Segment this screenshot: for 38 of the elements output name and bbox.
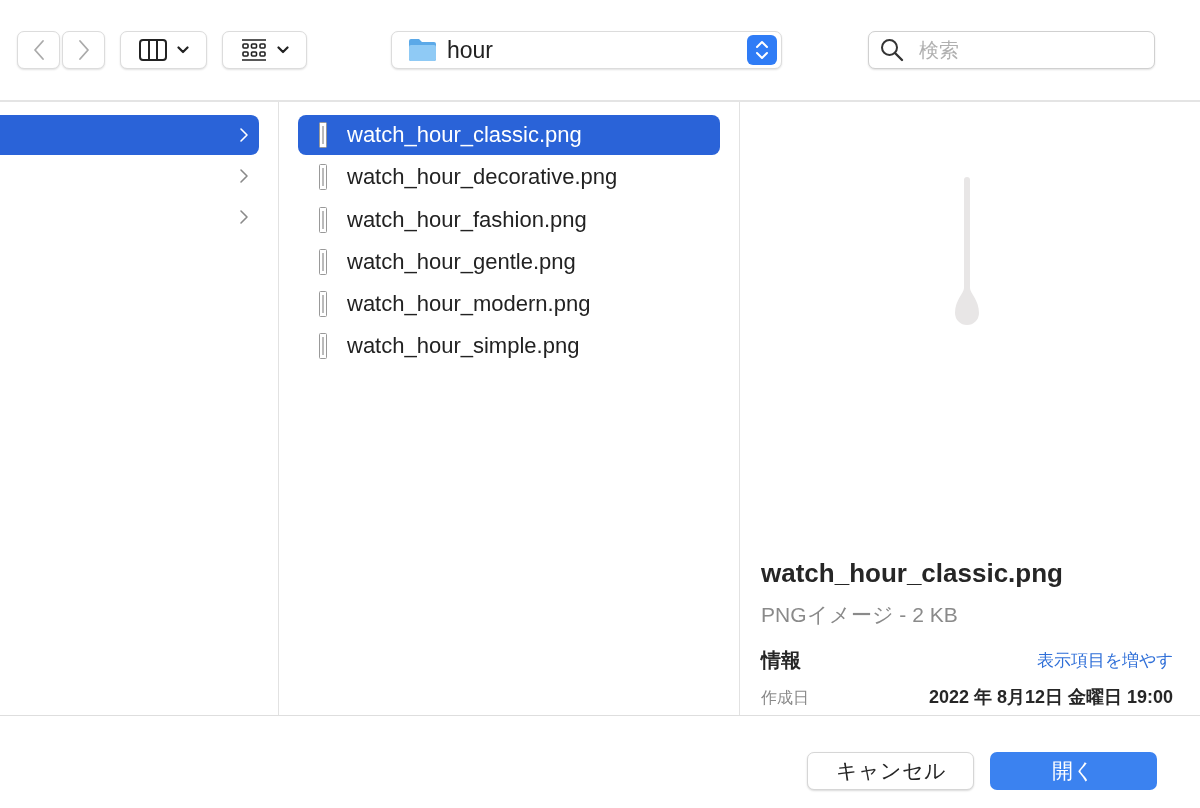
chevron-icon bbox=[239, 209, 249, 225]
image-file-icon bbox=[319, 206, 327, 233]
image-file-icon bbox=[319, 122, 327, 148]
file-kind-text: PNGイメージ - 2 KB bbox=[761, 602, 959, 628]
folder-row[interactable] bbox=[0, 115, 259, 155]
show-more-link[interactable]: 表示項目を増やす bbox=[1037, 649, 1173, 672]
view-columns-button[interactable] bbox=[120, 31, 207, 69]
file-row[interactable]: watch_hour_modern.png bbox=[298, 284, 720, 325]
image-file-icon bbox=[319, 333, 327, 360]
file-row[interactable]: watch_hour_decorative.png bbox=[298, 157, 720, 198]
file-row[interactable]: watch_hour_classic.png bbox=[298, 115, 720, 155]
file-row[interactable]: watch_hour_simple.png bbox=[298, 326, 720, 367]
file-row[interactable]: watch_hour_fashion.png bbox=[298, 199, 720, 240]
preview-file-name: watch_hour_classic.png bbox=[761, 558, 1064, 589]
open-button[interactable]: 開く bbox=[990, 752, 1157, 790]
columns-icon bbox=[138, 39, 167, 61]
stepper-icon bbox=[747, 35, 777, 65]
back-icon bbox=[32, 39, 45, 61]
info-heading: 情報 bbox=[761, 648, 801, 673]
search-field[interactable]: 検索 bbox=[868, 31, 1155, 69]
chevron-icon bbox=[239, 168, 249, 184]
caret-icon bbox=[176, 46, 189, 54]
chevron-icon bbox=[239, 127, 249, 143]
info-label: 作成日 bbox=[761, 688, 809, 708]
image-file-icon bbox=[319, 248, 327, 275]
forward-button[interactable] bbox=[62, 31, 105, 69]
image-file-icon bbox=[319, 291, 327, 318]
caret-icon bbox=[276, 46, 289, 54]
location-popup[interactable]: hour bbox=[391, 31, 782, 69]
back-button[interactable] bbox=[17, 31, 60, 69]
grid-icon bbox=[240, 39, 267, 61]
forward-icon bbox=[77, 39, 90, 61]
cancel-button[interactable]: キャンセル bbox=[807, 752, 974, 790]
file-row[interactable]: watch_hour_gentle.png bbox=[298, 241, 720, 282]
folder-icon bbox=[408, 38, 437, 62]
info-value: 2022 年 8月12日 金曜日 19:00 bbox=[928, 686, 1173, 709]
image-file-icon bbox=[319, 164, 327, 191]
group-button[interactable] bbox=[222, 31, 307, 69]
